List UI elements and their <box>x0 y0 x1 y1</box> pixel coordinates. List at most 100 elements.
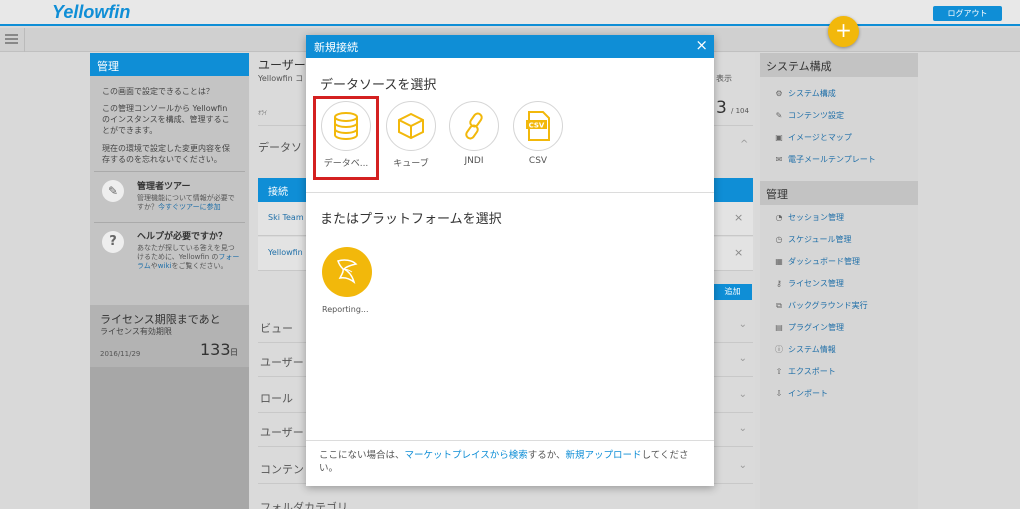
hamburger-menu-icon[interactable] <box>5 34 18 44</box>
intro-text: この管理コンソールから Yellowfin のインスタンスを構成、管理することが… <box>102 104 230 135</box>
footer-text-2: するか、 <box>527 450 566 461</box>
new-upload-link[interactable]: 新規アップロード <box>566 450 642 461</box>
select-platform-heading: またはプラットフォームを選択 <box>320 212 502 227</box>
divider <box>24 28 25 52</box>
new-connection-dialog: 新規接続 × データソースを選択 データベ... キューブ JNDI CSV C… <box>306 35 714 486</box>
selection-highlight <box>313 96 379 180</box>
session-icon: ◔ <box>775 213 783 222</box>
session-management-link[interactable]: ◔ セッション管理 <box>760 207 918 229</box>
divider <box>306 192 714 193</box>
chevron-down-icon: ⌄ <box>738 389 747 400</box>
calendar-icon: ▦ <box>775 257 783 266</box>
info-icon: ⓘ <box>775 345 783 354</box>
link-label: スケジュール管理 <box>788 235 852 244</box>
background-execution-link[interactable]: ⧉ バックグラウンド実行 <box>760 295 918 317</box>
link-label: バックグラウンド実行 <box>788 301 868 310</box>
system-config-title: システム構成 <box>760 53 918 77</box>
collapse-chevron-icon[interactable]: ^ <box>740 139 748 150</box>
dialog-footer: ここにない場合は、マーケットプレイスから検索するか、新規アップロードしてください… <box>319 449 704 475</box>
left-panel-title: 管理 <box>90 53 249 76</box>
small-line: ｵﾗｲ <box>258 110 268 117</box>
count-value: 3 <box>716 98 727 118</box>
wiki-link[interactable]: wiki <box>158 262 172 270</box>
import-icon: ⇩ <box>775 389 783 398</box>
section-label: フォルダカテゴリ <box>260 501 348 509</box>
dialog-title: 新規接続 <box>314 41 358 54</box>
help-icon: ? <box>102 231 124 253</box>
create-plus-button[interactable]: + <box>828 16 859 47</box>
mail-icon: ✉ <box>775 155 783 164</box>
add-button[interactable]: 追加 <box>713 284 752 300</box>
export-icon: ⇧ <box>775 367 783 376</box>
close-icon[interactable]: × <box>695 36 708 54</box>
link-label: ダッシュボード管理 <box>788 257 860 266</box>
delete-icon[interactable]: × <box>734 246 743 259</box>
tour-title: 管理者ツアー <box>137 182 191 192</box>
compass-icon: ✎ <box>102 180 124 202</box>
tile-cube[interactable]: キューブ <box>385 101 437 169</box>
content-settings-link[interactable]: ✎ コンテンツ設定 <box>760 105 918 127</box>
divider <box>306 440 714 441</box>
system-config-link[interactable]: ⚙ システム構成 <box>760 83 918 105</box>
tour-link[interactable]: 今すぐツアーに参加 <box>158 203 221 211</box>
connection-tab[interactable]: 接続 <box>268 183 288 198</box>
email-template-link[interactable]: ✉ 電子メールテンプレート <box>760 149 918 171</box>
chevron-down-icon: ⌄ <box>738 353 747 364</box>
delete-icon[interactable]: × <box>734 211 743 224</box>
link-label: コンテンツ設定 <box>788 111 844 120</box>
license-box: ライセンス期限まであと ライセンス有効期限 2016/11/29 133 日 <box>90 305 249 367</box>
section-folder-category[interactable]: フォルダカテゴリ <box>258 490 753 509</box>
link-label: ライセンス管理 <box>788 279 844 288</box>
connection-name-1[interactable]: Ski Team <box>268 213 304 222</box>
export-link[interactable]: ⇧ エクスポート <box>760 361 918 383</box>
right-panel: システム構成 ⚙ システム構成 ✎ コンテンツ設定 ▣ イメージとマップ ✉ 電子メール… <box>760 53 918 509</box>
user-section-title: ユーザー <box>258 58 306 72</box>
tile-label: キューブ <box>393 159 429 169</box>
connection-name-2[interactable]: Yellowfin <box>268 248 303 257</box>
logout-button[interactable]: ログアウト <box>933 6 1002 21</box>
dashboard-management-link[interactable]: ▦ ダッシュボード管理 <box>760 251 918 273</box>
help-text-2: や <box>150 262 158 270</box>
link-icon <box>449 101 499 151</box>
link-label: プラグイン管理 <box>788 323 844 332</box>
section-label: コンテン <box>260 463 304 476</box>
plugin-management-link[interactable]: ▤ プラグイン管理 <box>760 317 918 339</box>
reporting-logo-icon <box>337 259 358 284</box>
license-days-unit: 日 <box>230 348 238 357</box>
note-text: 現在の環境で設定した変更内容を保存するのを忘れないでください。 <box>102 144 230 164</box>
dialog-header: 新規接続 <box>306 35 714 58</box>
top-bar <box>0 0 1020 26</box>
help-text-3: をご覧ください。 <box>171 262 228 270</box>
background-icon: ⧉ <box>776 301 782 310</box>
image-map-link[interactable]: ▣ イメージとマップ <box>760 127 918 149</box>
image-icon: ▣ <box>775 133 783 142</box>
link-label: 電子メールテンプレート <box>788 155 876 164</box>
link-label: システム構成 <box>788 89 836 98</box>
user-section-subtitle: Yellowfin コ <box>258 74 304 83</box>
tile-label: CSV <box>528 156 548 166</box>
schedule-management-link[interactable]: ◷ スケジュール管理 <box>760 229 918 251</box>
section-label: ユーザー <box>260 426 304 439</box>
marketplace-search-link[interactable]: マーケットプレイスから検索 <box>405 450 528 461</box>
platform-reporting-tile[interactable] <box>322 247 372 297</box>
platform-label: Reporting... <box>322 305 369 314</box>
tile-jndi[interactable]: JNDI <box>448 101 500 166</box>
import-link[interactable]: ⇩ インポート <box>760 383 918 405</box>
system-info-link[interactable]: ⓘ システム情報 <box>760 339 918 361</box>
svg-text:CSV: CSV <box>529 122 545 130</box>
link-label: セッション管理 <box>788 213 844 222</box>
license-date: 2016/11/29 <box>100 350 141 358</box>
datasource-header: データソ <box>258 141 302 154</box>
link-label: インポート <box>788 389 828 398</box>
section-label: ビュー <box>260 322 293 335</box>
yellowfin-logo[interactable]: Yellowfin <box>52 2 130 23</box>
clock-icon: ◷ <box>775 235 783 244</box>
help-title: ヘルプが必要ですか？ <box>137 232 228 242</box>
license-management-link[interactable]: ⚷ ライセンス管理 <box>760 273 918 295</box>
gear-icon: ⚙ <box>775 89 783 98</box>
link-label: システム情報 <box>788 345 836 354</box>
tile-csv[interactable]: CSV CSV <box>512 101 564 166</box>
footer-text: ここにない場合は、 <box>319 450 405 461</box>
count-total: / 104 <box>731 107 749 115</box>
license-title: ライセンス期限まであと <box>100 313 221 326</box>
